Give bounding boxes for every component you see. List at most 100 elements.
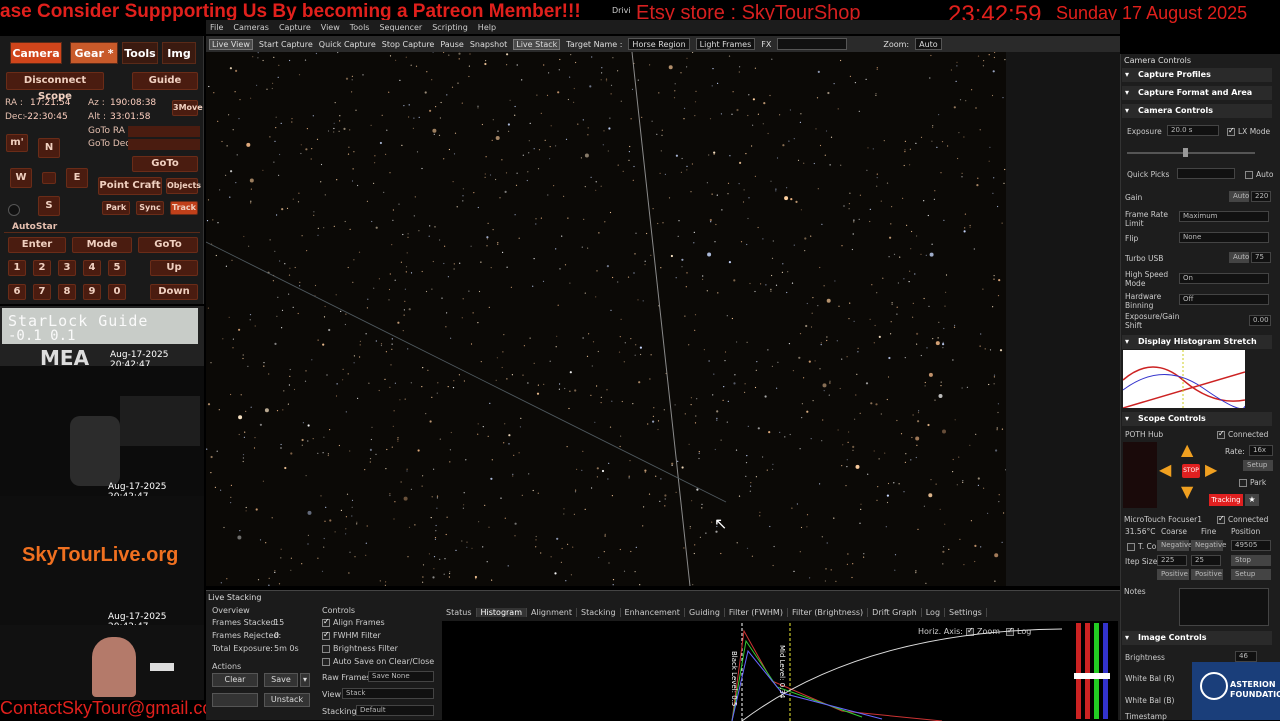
tab-camera[interactable]: Camera	[10, 42, 62, 64]
point-craft-button[interactable]: Point Craft	[98, 177, 162, 195]
exposure-slider-knob[interactable]	[1183, 148, 1188, 157]
save-button[interactable]: Save	[264, 673, 298, 687]
key-2[interactable]: 2	[33, 260, 51, 276]
live-stack-button[interactable]: Live Stack	[513, 38, 561, 50]
tab-filter-fwhm[interactable]: Filter (FWHM)	[725, 607, 788, 617]
tab-img[interactable]: Img	[162, 42, 196, 64]
autosave-checkbox[interactable]: Auto Save on Clear/Close	[322, 657, 434, 666]
section-camera-controls[interactable]: Camera Controls	[1122, 104, 1272, 118]
live-view-image[interactable]: ↖	[206, 52, 1006, 586]
north-arrow-icon[interactable]: ▲	[1181, 440, 1193, 459]
goto-ra-input[interactable]	[128, 126, 200, 137]
tab-status[interactable]: Status	[442, 607, 477, 617]
goto-button[interactable]: GoTo	[132, 156, 198, 172]
fine-step-input[interactable]: 25	[1191, 555, 1221, 566]
menu-capture[interactable]: Capture	[279, 23, 311, 32]
menu-tools[interactable]: Tools	[350, 23, 370, 32]
move-button[interactable]: 3Move	[172, 100, 203, 116]
mode-button[interactable]: Mode	[72, 237, 132, 253]
goto-keypad-button[interactable]: GoTo	[138, 237, 198, 253]
menu-scripting[interactable]: Scripting	[432, 23, 468, 32]
stack-histogram-area[interactable]: Horiz. Axis: Zoom Log Black Level: 0.5 M…	[442, 621, 1118, 721]
focuser-position-input[interactable]: 49505	[1231, 540, 1271, 551]
tracking-button[interactable]: Tracking	[1209, 494, 1243, 506]
focuser-stop-button[interactable]: Stop	[1231, 555, 1271, 566]
menu-help[interactable]: Help	[478, 23, 496, 32]
tab-stacking[interactable]: Stacking	[577, 607, 621, 617]
key-9[interactable]: 9	[83, 284, 101, 300]
tab-log[interactable]: Log	[922, 607, 946, 617]
flip-select[interactable]: None	[1179, 232, 1269, 243]
exposure-input[interactable]: 20.0 s	[1167, 125, 1219, 136]
key-5[interactable]: 5	[108, 260, 126, 276]
west-arrow-icon[interactable]: ◀	[1159, 460, 1171, 479]
rate-select[interactable]: 16x	[1249, 445, 1273, 456]
quick-picks-select[interactable]	[1177, 168, 1235, 179]
coarse-positive-button[interactable]: Positive	[1157, 569, 1189, 580]
tab-filter-brightness[interactable]: Filter (Brightness)	[788, 607, 869, 617]
scope-stop-button[interactable]: STOP	[1182, 464, 1200, 478]
notes-textarea[interactable]	[1179, 588, 1269, 626]
enter-button[interactable]: Enter	[8, 237, 66, 253]
stacking-select[interactable]: Default	[356, 705, 434, 716]
east-arrow-icon[interactable]: ▶	[1205, 460, 1217, 479]
section-image-controls[interactable]: Image Controls	[1122, 631, 1272, 645]
zoom-select[interactable]: Auto	[915, 38, 942, 50]
live-view-button[interactable]: Live View	[209, 38, 253, 50]
menu-view[interactable]: View	[321, 23, 340, 32]
coarse-step-input[interactable]: 225	[1157, 555, 1187, 566]
scope-connected-checkbox[interactable]: Connected	[1217, 429, 1268, 439]
turbo-usb-input[interactable]: 75	[1251, 252, 1271, 263]
tab-guiding[interactable]: Guiding	[685, 607, 725, 617]
menu-sequencer[interactable]: Sequencer	[379, 23, 422, 32]
tab-gear[interactable]: Gear *	[70, 42, 118, 64]
high-speed-select[interactable]: On	[1179, 273, 1269, 284]
clear-button[interactable]: Clear	[212, 673, 258, 687]
light-frames-select[interactable]: Light Frames	[695, 38, 756, 50]
sync-button[interactable]: Sync	[136, 201, 164, 215]
goto-dec-input[interactable]	[128, 139, 200, 150]
disconnect-scope-button[interactable]: Disconnect Scope	[6, 72, 104, 102]
key-3[interactable]: 3	[58, 260, 76, 276]
south-button[interactable]: S	[38, 196, 60, 216]
fine-negative-button[interactable]: Negative	[1191, 540, 1226, 551]
m-button[interactable]: m'	[6, 134, 28, 152]
raw-frames-select[interactable]: Save None	[368, 671, 434, 682]
tab-enhancement[interactable]: Enhancement	[621, 607, 685, 617]
west-button[interactable]: W	[10, 168, 32, 188]
fx-select[interactable]	[777, 38, 848, 50]
stop-center-button[interactable]	[42, 172, 56, 184]
coarse-negative-button[interactable]: Negative	[1157, 540, 1192, 551]
gain-input[interactable]: 220	[1251, 191, 1271, 202]
tab-histogram[interactable]: Histogram	[476, 607, 527, 617]
exposure-gain-shift-input[interactable]: 0.00	[1249, 315, 1271, 326]
south-arrow-icon[interactable]: ▼	[1181, 482, 1193, 501]
speed-knob-icon[interactable]	[8, 204, 20, 216]
park-checkbox[interactable]: Park	[1239, 478, 1266, 487]
section-scope-controls[interactable]: Scope Controls	[1122, 412, 1272, 426]
down-button[interactable]: Down	[150, 284, 198, 300]
exposure-slider[interactable]	[1127, 152, 1255, 154]
fine-positive-button[interactable]: Positive	[1191, 569, 1223, 580]
key-1[interactable]: 1	[8, 260, 26, 276]
snapshot-button[interactable]: Snapshot	[470, 40, 507, 49]
focuser-setup-button[interactable]: Setup	[1231, 569, 1271, 580]
tab-drift-graph[interactable]: Drift Graph	[868, 607, 922, 617]
histogram-sliders[interactable]	[1072, 623, 1116, 719]
section-capture-format[interactable]: Capture Format and Area	[1122, 86, 1272, 100]
park-button[interactable]: Park	[102, 201, 130, 215]
tab-alignment[interactable]: Alignment	[527, 607, 577, 617]
save-dropdown-icon[interactable]: ▾	[300, 673, 310, 687]
track-button[interactable]: Track	[170, 201, 198, 215]
lx-mode-checkbox[interactable]: LX Mode	[1227, 126, 1270, 136]
gain-auto-button[interactable]: Auto	[1229, 191, 1249, 202]
menu-cameras[interactable]: Cameras	[233, 23, 269, 32]
section-capture-profiles[interactable]: Capture Profiles	[1122, 68, 1272, 82]
key-8[interactable]: 8	[58, 284, 76, 300]
north-button[interactable]: N	[38, 138, 60, 158]
quick-capture-button[interactable]: Quick Capture	[319, 40, 376, 49]
view-select[interactable]: Stack	[342, 688, 434, 699]
unstack-button[interactable]: Unstack	[264, 693, 310, 707]
pause-button[interactable]: Pause	[440, 40, 464, 49]
key-4[interactable]: 4	[83, 260, 101, 276]
